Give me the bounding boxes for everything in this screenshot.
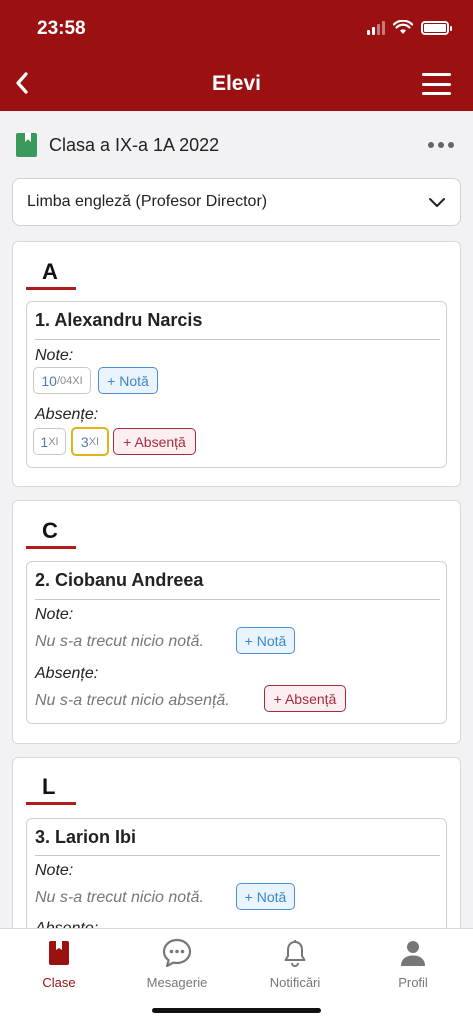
group-letter: A [42, 259, 58, 284]
absences-label: Absențe: [35, 920, 98, 928]
student-card: 3. Larion Ibi Note: Nu s-a trecut nicio … [26, 818, 447, 928]
letter-group-c: C 2. Ciobanu Andreea Note: Nu s-a trecut… [12, 500, 461, 744]
absence-chip-highlighted[interactable]: 3 XI [71, 427, 109, 456]
card-divider [35, 599, 440, 600]
ellipsis-icon [428, 142, 434, 148]
student-name: 1. Alexandru Narcis [35, 310, 203, 330]
no-grades-text: Nu s-a trecut nicio notă. [35, 633, 204, 650]
student-name: 3. Larion Ibi [35, 827, 137, 847]
letter-underline [26, 546, 76, 549]
status-time: 23:58 [37, 18, 86, 39]
more-options-button[interactable] [428, 142, 454, 148]
tab-profil[interactable]: Profil [354, 937, 472, 990]
book-icon [16, 133, 37, 157]
tab-notificari[interactable]: Notificări [236, 937, 354, 990]
add-grade-button[interactable]: + Notă [236, 627, 295, 654]
book-icon [49, 941, 69, 965]
tab-label: Profil [398, 975, 428, 990]
chat-bubble-icon [162, 938, 192, 968]
hamburger-icon [422, 73, 451, 76]
tab-label: Notificări [269, 975, 321, 990]
absence-date: XI [48, 435, 59, 448]
grades-label: Note: [35, 347, 74, 364]
grade-value: 10 [41, 372, 57, 389]
grade-chip[interactable]: 10/04XI [33, 367, 91, 394]
chevron-down-icon [429, 198, 445, 207]
add-absence-button[interactable]: + Absență [113, 428, 196, 455]
wifi-icon [393, 20, 413, 34]
add-grade-button[interactable]: + Notă [98, 367, 158, 394]
subject-select-value: Limba engleză (Profesor Director) [27, 193, 268, 210]
subject-select[interactable]: Limba engleză (Profesor Director) [12, 178, 461, 226]
absence-value: 1 [40, 433, 49, 450]
add-grade-button[interactable]: + Notă [236, 883, 295, 910]
battery-icon [421, 20, 452, 35]
signal-icon [367, 20, 385, 35]
status-icons [367, 20, 452, 35]
card-divider [35, 339, 440, 340]
tab-mesagerie[interactable]: Mesagerie [118, 937, 236, 990]
student-name: 2. Ciobanu Andreea [35, 570, 204, 590]
absences-label: Absențe: [35, 665, 99, 682]
absence-value: 3 [80, 433, 89, 450]
group-letter: L [42, 774, 56, 799]
tab-label: Clase [42, 975, 76, 990]
tab-clase[interactable]: Clase [0, 937, 118, 990]
home-indicator [152, 1008, 321, 1013]
letter-underline [26, 287, 76, 290]
absence-chip[interactable]: 1 XI [33, 428, 66, 455]
student-card: 2. Ciobanu Andreea Note: Nu s-a trecut n… [26, 561, 447, 724]
absence-date: XI [88, 435, 100, 448]
add-absence-button[interactable]: + Absență [264, 685, 346, 712]
no-absences-text: Nu s-a trecut nicio absență. [35, 692, 230, 709]
students-list[interactable]: A 1. Alexandru Narcis Note: 10/04XI + No… [0, 238, 473, 928]
person-icon [401, 941, 425, 966]
letter-group-a: A 1. Alexandru Narcis Note: 10/04XI + No… [12, 241, 461, 487]
class-row: Clasa a IX-a 1A 2022 [16, 131, 458, 159]
absences-label: Absențe: [35, 406, 99, 423]
bell-icon [284, 940, 306, 967]
grades-label: Note: [35, 862, 74, 879]
group-letter: C [42, 518, 58, 543]
student-card: 1. Alexandru Narcis Note: 10/04XI + Notă… [26, 301, 447, 468]
menu-button[interactable] [422, 73, 451, 95]
tab-label: Mesagerie [146, 975, 208, 990]
grades-label: Note: [35, 606, 74, 623]
grade-date: /04XI [56, 374, 83, 387]
class-name: Clasa a IX-a 1A 2022 [49, 134, 220, 155]
page-title: Elevi [211, 72, 262, 95]
app-header: 23:58 Elevi [0, 0, 473, 111]
no-grades-text: Nu s-a trecut nicio notă. [35, 889, 204, 906]
letter-group-l: L 3. Larion Ibi Note: Nu s-a trecut nici… [12, 757, 461, 928]
card-divider [35, 855, 440, 856]
letter-underline [26, 802, 76, 805]
